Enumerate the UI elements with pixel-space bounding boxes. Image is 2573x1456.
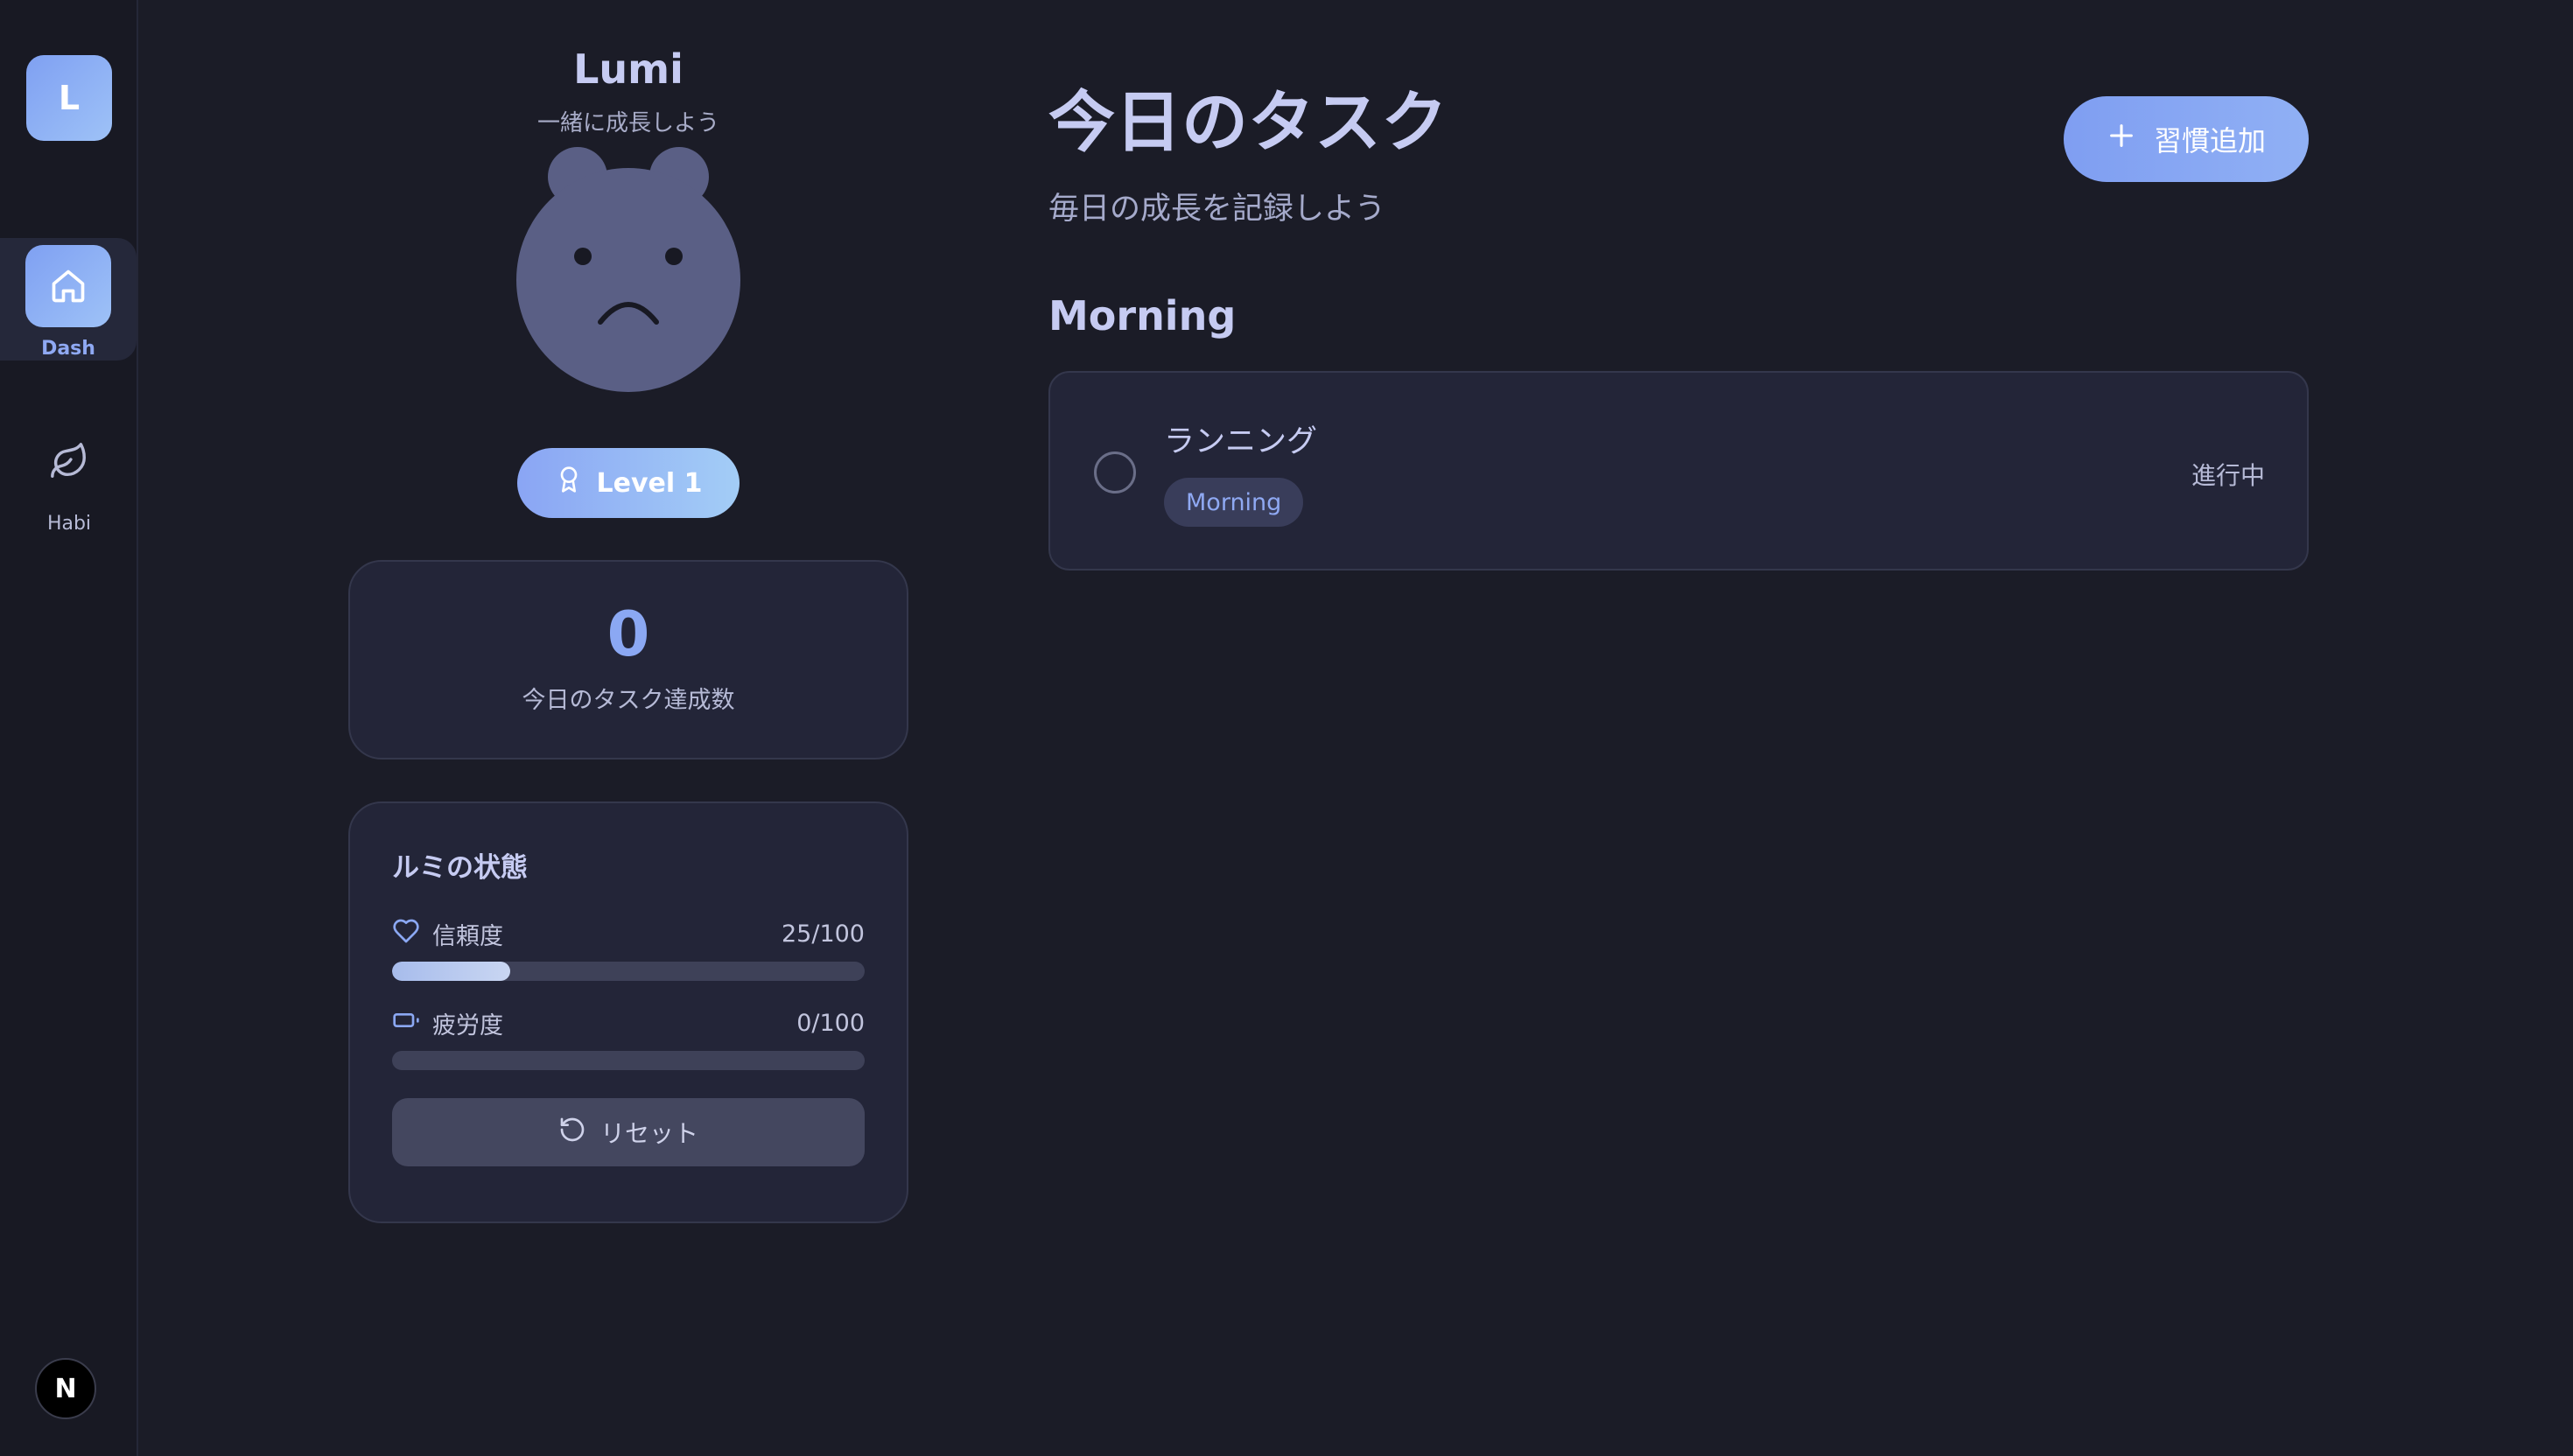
app-logo[interactable]: L — [26, 55, 112, 141]
level-label: Level 1 — [596, 467, 703, 499]
plus-icon — [2107, 121, 2136, 158]
home-icon — [25, 245, 111, 327]
rotate-ccw-icon — [558, 1116, 586, 1150]
trust-progress-bar — [392, 962, 865, 981]
stat-fatigue-row: 疲労度 0/100 — [392, 1005, 865, 1040]
stat-value: 0/100 — [796, 1009, 865, 1037]
add-habit-label: 習慣追加 — [2153, 124, 2266, 158]
sidebar-item-label: Habi — [46, 513, 92, 535]
trust-progress-fill — [392, 962, 510, 981]
task-card[interactable]: ランニング Morning 進行中 — [1048, 371, 2309, 570]
today-count-label: 今日のタスク達成数 — [522, 687, 735, 714]
heart-icon — [392, 917, 420, 951]
stat-trust-row: 信頼度 25/100 — [392, 916, 865, 951]
stat-label: 信頼度 — [432, 922, 503, 950]
status-card: ルミの状態 信頼度 25/100 疲労度 0/100 リセット — [348, 802, 908, 1223]
battery-icon — [392, 1006, 420, 1040]
task-checkbox[interactable] — [1094, 452, 1136, 494]
sidebar-item-label: Dash — [41, 338, 95, 360]
fatigue-progress-bar — [392, 1051, 865, 1070]
level-badge: Level 1 — [517, 448, 740, 518]
badge-letter: N — [54, 1373, 77, 1404]
companion-name: Lumi — [573, 46, 684, 93]
leaf-icon — [26, 420, 112, 502]
reset-button[interactable]: リセット — [392, 1098, 865, 1166]
stat-label: 疲労度 — [432, 1012, 503, 1040]
logo-letter: L — [58, 79, 81, 117]
page-title: 今日のタスク — [1048, 83, 1448, 161]
companion-subtitle: 一緒に成長しよう — [536, 110, 719, 136]
add-habit-button[interactable]: 習慣追加 — [2064, 96, 2309, 182]
status-title: ルミの状態 — [392, 852, 528, 884]
today-count-value: 0 — [606, 598, 650, 670]
framework-badge[interactable]: N — [35, 1358, 96, 1419]
task-name: ランニング — [1164, 424, 1318, 459]
section-title: Morning — [1048, 292, 1237, 340]
reset-label: リセット — [599, 1119, 698, 1148]
sidebar: L Dash Habi N — [0, 0, 138, 1456]
task-status: 進行中 — [2191, 461, 2265, 490]
app-root: L Dash Habi N Lumi 一緒に成長しよう Level 1 0 今日… — [0, 0, 2573, 1456]
award-icon — [555, 464, 583, 502]
sidebar-item-dash[interactable]: Dash — [0, 238, 137, 360]
page-subtitle: 毎日の成長を記録しよう — [1048, 192, 1386, 227]
companion-avatar — [513, 138, 744, 394]
stat-value: 25/100 — [782, 920, 865, 948]
today-count-card: 0 今日のタスク達成数 — [348, 560, 908, 760]
sidebar-item-habi[interactable]: Habi — [0, 413, 138, 536]
task-tag: Morning — [1164, 478, 1304, 527]
